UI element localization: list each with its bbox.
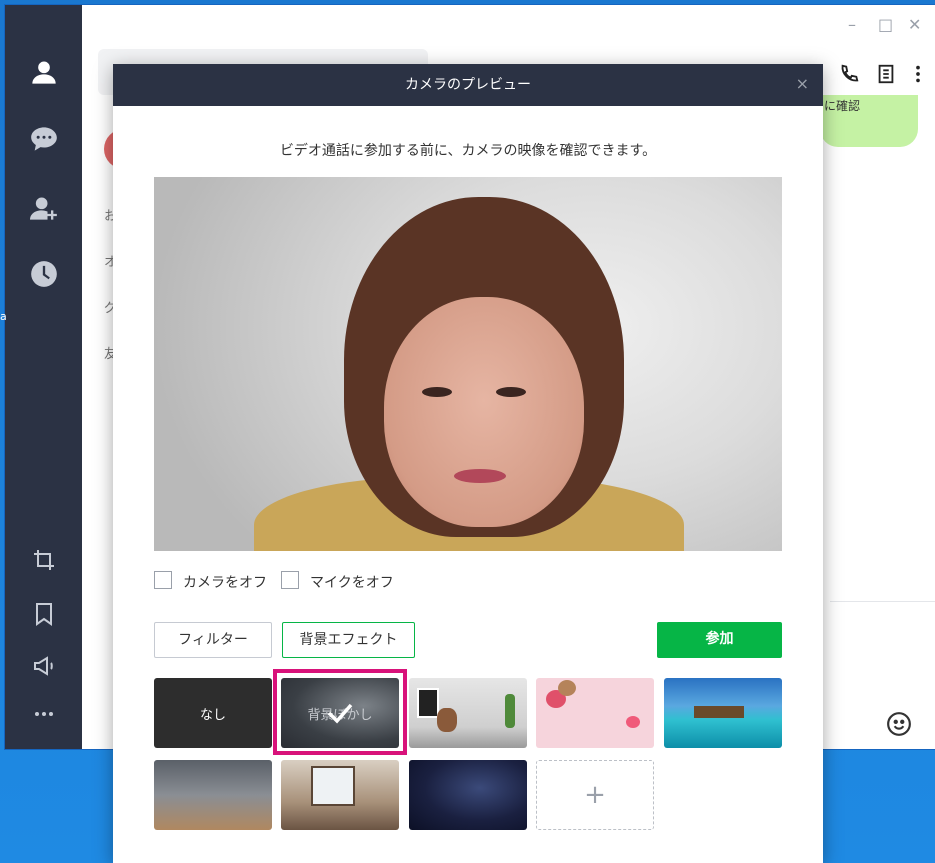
background-option-cafe[interactable] xyxy=(154,760,272,830)
menu-dots-icon[interactable] xyxy=(907,63,931,87)
background-option-label: なし xyxy=(199,707,226,723)
background-option-ocean[interactable] xyxy=(664,678,782,748)
desktop-label-fragment: a xyxy=(0,310,7,323)
close-button[interactable]: ✕ xyxy=(908,15,921,34)
maximize-button[interactable]: □ xyxy=(878,15,893,34)
history-clock-icon[interactable] xyxy=(29,259,59,289)
emoji-icon[interactable] xyxy=(886,711,912,737)
friends-icon[interactable] xyxy=(29,57,59,87)
camera-preview-dialog: カメラのプレビュー × ビデオ通話に参加する前に、カメラの映像を確認できます。 … xyxy=(113,64,823,863)
background-option-lounge[interactable] xyxy=(281,760,399,830)
bookmark-icon[interactable] xyxy=(29,599,59,629)
divider xyxy=(830,601,935,602)
sidebar xyxy=(5,5,82,749)
minimize-button[interactable]: – xyxy=(848,15,856,34)
background-option-room-bear[interactable] xyxy=(409,678,527,748)
mic-off-checkbox[interactable] xyxy=(281,571,299,589)
message-text: に確認 xyxy=(824,99,861,113)
add-friend-icon[interactable] xyxy=(29,193,59,223)
more-icon[interactable] xyxy=(29,699,59,729)
background-option-galaxy[interactable] xyxy=(409,760,527,830)
join-button[interactable]: 参加 xyxy=(657,622,782,658)
camera-off-checkbox[interactable] xyxy=(154,571,172,589)
crop-icon[interactable] xyxy=(29,545,59,575)
call-icon[interactable] xyxy=(838,63,862,87)
background-effect-button[interactable]: 背景エフェクト xyxy=(282,622,415,658)
camera-off-label: カメラをオフ xyxy=(183,575,267,591)
camera-preview xyxy=(154,177,782,551)
filter-button[interactable]: フィルター xyxy=(154,622,272,658)
announcement-icon[interactable] xyxy=(29,651,59,681)
notes-icon[interactable] xyxy=(875,63,899,87)
dialog-title: カメラのプレビュー xyxy=(405,77,531,93)
dialog-close-button[interactable]: × xyxy=(796,74,809,93)
background-option-pink-hearts[interactable] xyxy=(536,678,654,748)
chat-icon[interactable] xyxy=(29,124,59,154)
background-option-none[interactable]: なし xyxy=(154,678,272,748)
mic-off-label: マイクをオフ xyxy=(310,575,394,591)
selection-highlight xyxy=(273,669,407,755)
add-background-button[interactable]: + xyxy=(536,760,654,830)
dialog-description: ビデオ通話に参加する前に、カメラの映像を確認できます。 xyxy=(279,143,657,159)
